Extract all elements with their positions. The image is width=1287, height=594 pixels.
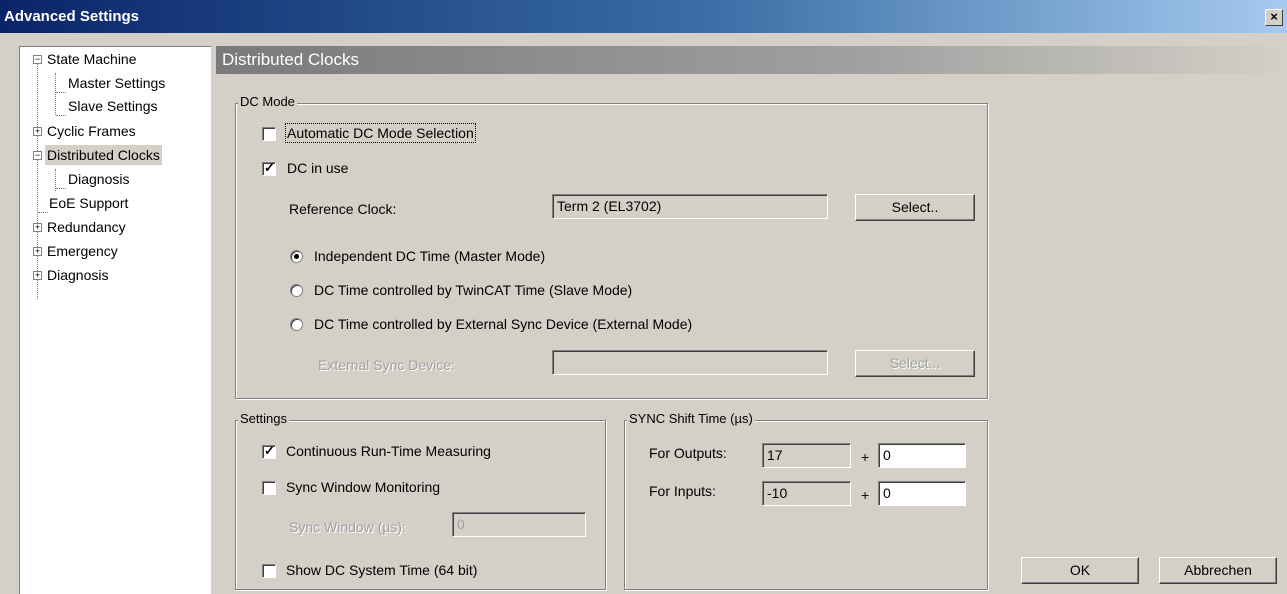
tree-item-label: Slave Settings bbox=[68, 98, 158, 114]
radio-slave-mode[interactable] bbox=[290, 284, 303, 297]
check-icon: ✓ bbox=[264, 443, 275, 458]
radio-master-label[interactable]: Independent DC Time (Master Mode) bbox=[314, 248, 545, 264]
inputs-shift-input[interactable]: 0 bbox=[878, 481, 966, 506]
sync-window-field: 0 bbox=[452, 512, 586, 537]
tree-item-label: EoE Support bbox=[49, 195, 129, 211]
check-icon: ✓ bbox=[264, 160, 275, 175]
show-dc-system-time-checkbox[interactable] bbox=[262, 564, 276, 578]
cancel-button[interactable]: Abbrechen bbox=[1159, 557, 1277, 584]
tree-item-label: Diagnosis bbox=[68, 171, 130, 187]
group-title: Settings bbox=[238, 411, 289, 426]
expand-icon[interactable]: + bbox=[33, 127, 42, 136]
sync-shift-group: SYNC Shift Time (µs) For Outputs: 17 + 0… bbox=[624, 411, 988, 590]
tree-connector bbox=[56, 188, 66, 189]
expand-icon[interactable]: + bbox=[33, 271, 42, 280]
dialog-client: − State Machine Master Settings Slave Se… bbox=[6, 33, 1287, 594]
outputs-shift-input[interactable]: 0 bbox=[878, 443, 966, 468]
radio-slave-label[interactable]: DC Time controlled by TwinCAT Time (Slav… bbox=[314, 282, 632, 298]
tree-item-dc-diagnosis[interactable]: Diagnosis bbox=[68, 169, 129, 189]
external-sync-device-field bbox=[552, 350, 828, 375]
settings-tree[interactable]: − State Machine Master Settings Slave Se… bbox=[19, 46, 211, 594]
dc-in-use-label[interactable]: DC in use bbox=[287, 160, 348, 176]
auto-dc-mode-checkbox[interactable] bbox=[262, 127, 276, 141]
tree-item-label: Redundancy bbox=[47, 219, 126, 235]
outputs-base-field: 17 bbox=[762, 443, 851, 468]
radio-external-mode[interactable] bbox=[290, 318, 303, 331]
dc-in-use-checkbox[interactable]: ✓ bbox=[262, 160, 276, 176]
tree-item-slave-settings[interactable]: Slave Settings bbox=[68, 96, 158, 116]
collapse-icon[interactable]: − bbox=[33, 151, 42, 160]
dc-mode-group: DC Mode Automatic DC Mode Selection ✓ DC… bbox=[235, 94, 988, 399]
sync-window-label[interactable]: Sync Window Monitoring bbox=[286, 479, 440, 495]
radio-external-label[interactable]: DC Time controlled by External Sync Devi… bbox=[314, 316, 692, 332]
tree-item-label: State Machine bbox=[47, 51, 137, 67]
expand-icon[interactable]: + bbox=[33, 247, 42, 256]
plus-label: + bbox=[861, 449, 870, 465]
continuous-runtime-checkbox[interactable]: ✓ bbox=[262, 443, 276, 459]
select-external-button: Select... bbox=[855, 350, 975, 377]
reference-clock-field: Term 2 (EL3702) bbox=[552, 194, 828, 219]
tree-item-master-settings[interactable]: Master Settings bbox=[68, 73, 165, 93]
tree-item-label: Master Settings bbox=[68, 75, 166, 91]
settings-group: Settings ✓ Continuous Run-Time Measuring… bbox=[235, 411, 606, 590]
tree-item-eoe-support[interactable]: EoE Support bbox=[49, 193, 128, 213]
tree-connector bbox=[38, 212, 48, 213]
inputs-base-field: -10 bbox=[762, 481, 851, 506]
tree-item-label: Cyclic Frames bbox=[47, 123, 136, 139]
collapse-icon[interactable]: − bbox=[33, 55, 42, 64]
tree-connector bbox=[37, 61, 38, 299]
ok-button[interactable]: OK bbox=[1021, 557, 1139, 584]
close-button[interactable]: × bbox=[1265, 9, 1283, 26]
panel-title: Distributed Clocks bbox=[222, 50, 359, 69]
sync-window-checkbox[interactable] bbox=[262, 481, 276, 495]
title-bar: Advanced Settings × bbox=[0, 0, 1287, 33]
tree-connector bbox=[56, 115, 66, 116]
external-sync-device-label: External Sync Device: bbox=[318, 357, 455, 373]
tree-connector bbox=[56, 92, 66, 93]
group-title: SYNC Shift Time (µs) bbox=[627, 411, 755, 426]
reference-clock-label: Reference Clock: bbox=[289, 201, 397, 217]
select-reference-button[interactable]: Select.. bbox=[855, 194, 975, 221]
radio-dot bbox=[294, 254, 299, 259]
window-title: Advanced Settings bbox=[4, 8, 140, 25]
plus-label: + bbox=[861, 487, 870, 503]
group-title: DC Mode bbox=[238, 94, 297, 109]
expand-icon[interactable]: + bbox=[33, 223, 42, 232]
continuous-runtime-label[interactable]: Continuous Run-Time Measuring bbox=[286, 443, 491, 459]
for-inputs-label: For Inputs: bbox=[649, 483, 716, 499]
show-dc-system-time-label[interactable]: Show DC System Time (64 bit) bbox=[286, 562, 477, 578]
tree-item-label: Diagnosis bbox=[47, 267, 109, 283]
auto-dc-mode-label[interactable]: Automatic DC Mode Selection bbox=[285, 123, 476, 143]
sync-window-value-label: Sync Window (µs): bbox=[289, 519, 406, 535]
panel-header: Distributed Clocks bbox=[216, 46, 1287, 74]
for-outputs-label: For Outputs: bbox=[649, 445, 727, 461]
tree-item-label: Emergency bbox=[47, 243, 118, 259]
tree-item-label: Distributed Clocks bbox=[45, 145, 162, 165]
tree-connector bbox=[55, 73, 56, 115]
radio-master-mode[interactable] bbox=[290, 250, 303, 263]
